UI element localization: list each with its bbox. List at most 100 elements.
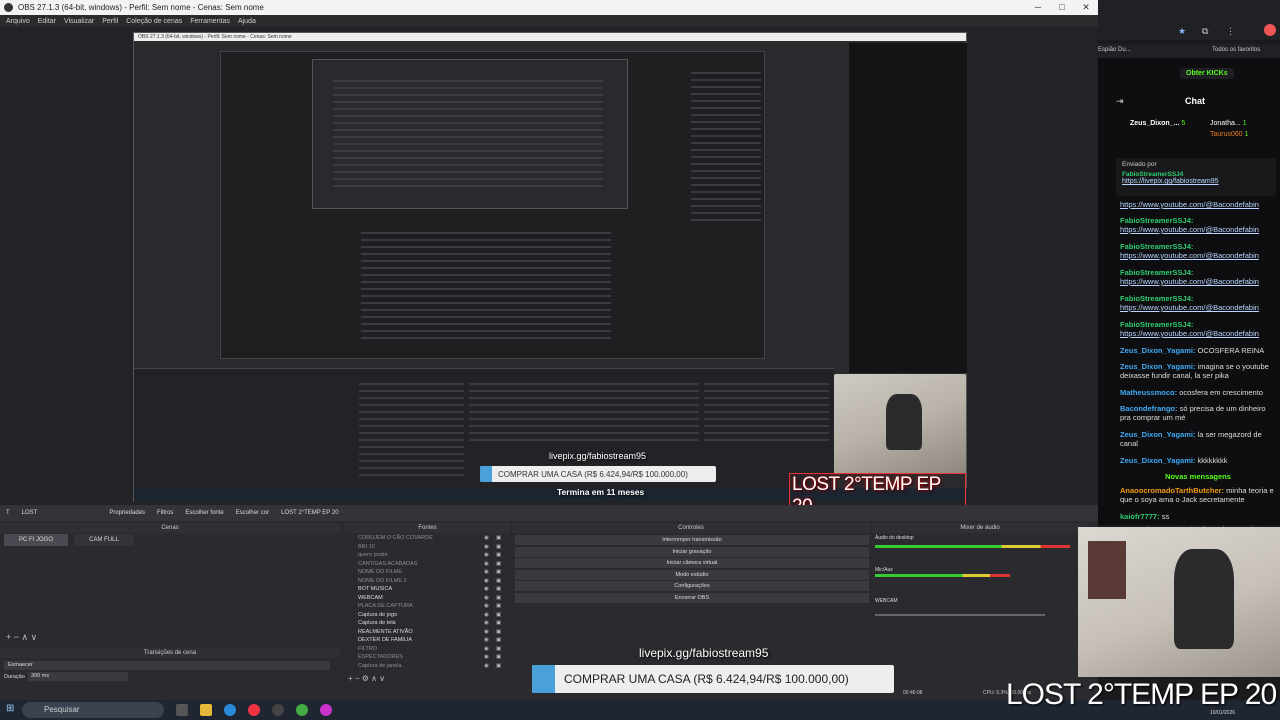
visibility-eye-icon[interactable]: ◉ xyxy=(484,561,489,567)
maximize-icon[interactable]: □ xyxy=(1050,0,1074,15)
task-view-icon[interactable] xyxy=(176,704,188,716)
menu-editar[interactable]: Editar xyxy=(38,18,56,25)
visibility-eye-icon[interactable]: ◉ xyxy=(484,629,489,635)
chat-username[interactable]: Zeus_Dixon_Yagami: xyxy=(1120,346,1195,355)
scene-pc-fi-jogo[interactable]: PC FI JOGO xyxy=(4,534,68,546)
menu-dots-icon[interactable]: ⋮ xyxy=(1226,26,1235,37)
chat-text[interactable]: https://www.youtube.com/@Bacondefabin xyxy=(1120,225,1259,234)
control-button[interactable]: Iniciar câmera virtual xyxy=(515,558,869,568)
bookmark-item[interactable]: Espião Du... xyxy=(1098,47,1131,53)
chat-text[interactable]: https://www.youtube.com/@Bacondefabin xyxy=(1120,200,1259,209)
chat-username[interactable]: Zeus_Dixon_Yagami: xyxy=(1120,456,1195,465)
get-kicks-button[interactable]: Obter KICKs xyxy=(1180,68,1234,79)
lock-icon[interactable]: ▣ xyxy=(496,620,501,626)
source-item[interactable]: REALMENTE ATIVÃO xyxy=(358,629,478,635)
source-item[interactable]: NOME DO FILME xyxy=(358,569,478,575)
source-item[interactable]: DEXTER DE FAMILIA xyxy=(358,637,478,643)
edge-icon[interactable] xyxy=(224,704,236,716)
visibility-eye-icon[interactable]: ◉ xyxy=(484,603,489,609)
chat-username[interactable]: FabioStreamerSSJ4: xyxy=(1120,216,1193,225)
close-icon[interactable]: ✕ xyxy=(1074,0,1098,15)
visibility-eye-icon[interactable]: ◉ xyxy=(484,663,489,669)
source-item[interactable]: NOME DO FILME 2 xyxy=(358,578,478,584)
choose-color-button[interactable]: Escolher cor xyxy=(236,510,269,516)
windows-start-icon[interactable]: ⊞ xyxy=(6,703,14,714)
scene-cam-full[interactable]: CAM FULL xyxy=(74,534,134,546)
menu-ferramentas[interactable]: Ferramentas xyxy=(190,18,230,25)
text-value[interactable]: LOST 2°TEMP EP 20 xyxy=(281,510,338,516)
scene-add-icon[interactable]: + − ∧ ∨ xyxy=(6,632,37,643)
menu-colecao[interactable]: Coleção de cenas xyxy=(126,18,182,25)
duration-input[interactable]: 300 ms xyxy=(28,672,128,681)
visibility-eye-icon[interactable]: ◉ xyxy=(484,586,489,592)
lock-icon[interactable]: ▣ xyxy=(496,544,501,550)
collapse-chat-icon[interactable]: ⇥ xyxy=(1116,96,1124,107)
chat-username[interactable]: FabioStreamerSSJ4: xyxy=(1120,320,1193,329)
extensions-icon[interactable]: ⧉ xyxy=(1202,26,1208,37)
lock-icon[interactable]: ▣ xyxy=(496,586,501,592)
visibility-eye-icon[interactable]: ◉ xyxy=(484,620,489,626)
chat-username[interactable]: Zeus_Dixon_Yagami: xyxy=(1120,430,1195,439)
properties-button[interactable]: Propriedades xyxy=(109,510,145,516)
minimize-icon[interactable]: ─ xyxy=(1026,0,1050,15)
source-item[interactable]: Captura de janela xyxy=(358,663,478,669)
control-button[interactable]: Configurações xyxy=(515,581,869,591)
lock-icon[interactable]: ▣ xyxy=(496,561,501,567)
lock-icon[interactable]: ▣ xyxy=(496,535,501,541)
file-explorer-icon[interactable] xyxy=(200,704,212,716)
transition-select[interactable]: Esmaecer xyxy=(4,661,330,670)
lock-icon[interactable]: ▣ xyxy=(496,646,501,652)
menu-ajuda[interactable]: Ajuda xyxy=(238,18,256,25)
source-item[interactable]: BRI 10 xyxy=(358,544,478,550)
pinned-link[interactable]: https://livepix.gg/fabiostream95 xyxy=(1116,178,1276,185)
source-item[interactable]: ESPECTADORES xyxy=(358,654,478,660)
source-add-icon[interactable]: + − ⚙ ∧ ∨ xyxy=(348,674,385,683)
star-icon[interactable]: ★ xyxy=(1178,26,1186,37)
visibility-eye-icon[interactable]: ◉ xyxy=(484,654,489,660)
source-item[interactable]: PLACA DE CAPTURA xyxy=(358,603,478,609)
taskbar-search[interactable]: Pesquisar xyxy=(22,702,164,718)
chat-text[interactable]: https://www.youtube.com/@Bacondefabin xyxy=(1120,251,1259,260)
chat-username[interactable]: FabioStreamerSSJ4: xyxy=(1120,268,1193,277)
lock-icon[interactable]: ▣ xyxy=(496,569,501,575)
chat-text[interactable]: https://www.youtube.com/@Bacondefabin xyxy=(1120,329,1259,338)
lock-icon[interactable]: ▣ xyxy=(496,629,501,635)
lock-icon[interactable]: ▣ xyxy=(496,654,501,660)
menu-arquivo[interactable]: Arquivo xyxy=(6,18,30,25)
all-bookmarks[interactable]: Todos os favoritos xyxy=(1212,47,1260,53)
visibility-eye-icon[interactable]: ◉ xyxy=(484,544,489,550)
lock-icon[interactable]: ▣ xyxy=(496,637,501,643)
control-button[interactable]: Encerrar OBS xyxy=(515,592,869,603)
control-button[interactable]: Modo estúdio xyxy=(515,569,869,580)
source-item[interactable]: Captura de tela xyxy=(358,620,478,626)
visibility-eye-icon[interactable]: ◉ xyxy=(484,637,489,643)
visibility-eye-icon[interactable]: ◉ xyxy=(484,569,489,575)
chat-username[interactable]: AnaoocromadoTarthButcher: xyxy=(1120,486,1224,495)
menu-perfil[interactable]: Perfil xyxy=(102,18,118,25)
chat-username[interactable]: Matheussmoco: xyxy=(1120,388,1177,397)
profile-avatar[interactable] xyxy=(1264,24,1276,36)
control-button[interactable]: Interromper transmissão xyxy=(515,535,869,545)
visibility-eye-icon[interactable]: ◉ xyxy=(484,578,489,584)
visibility-eye-icon[interactable]: ◉ xyxy=(484,595,489,601)
source-item[interactable]: CORUJEM O CÃO COVARDE xyxy=(358,535,478,541)
chat-username[interactable]: Bacondefrango: xyxy=(1120,404,1178,413)
chat-username[interactable]: Zeus_Dixon_Yagami: xyxy=(1120,362,1195,371)
lock-icon[interactable]: ▣ xyxy=(496,603,501,609)
visibility-eye-icon[interactable]: ◉ xyxy=(484,552,489,558)
chrome-profile-icon[interactable] xyxy=(296,704,308,716)
lock-icon[interactable]: ▣ xyxy=(496,612,501,618)
lock-icon[interactable]: ▣ xyxy=(496,552,501,558)
visibility-eye-icon[interactable]: ◉ xyxy=(484,535,489,541)
chat-text[interactable]: https://www.youtube.com/@Bacondefabin xyxy=(1120,303,1259,312)
source-item[interactable]: CANTIGAS ACABADAS xyxy=(358,561,478,567)
chat-text[interactable]: https://www.youtube.com/@Bacondefabin xyxy=(1120,277,1259,286)
lock-icon[interactable]: ▣ xyxy=(496,578,501,584)
lock-icon[interactable]: ▣ xyxy=(496,663,501,669)
chat-username[interactable]: FabioStreamerSSJ4: xyxy=(1120,242,1193,251)
filters-button[interactable]: Filtros xyxy=(157,510,173,516)
chat-username[interactable]: FabioStreamerSSJ4: xyxy=(1120,294,1193,303)
chat-username[interactable]: kaiofr7777: xyxy=(1120,512,1160,521)
source-item[interactable]: BOT MUSICA xyxy=(358,586,478,592)
source-item[interactable]: quero podre xyxy=(358,552,478,558)
